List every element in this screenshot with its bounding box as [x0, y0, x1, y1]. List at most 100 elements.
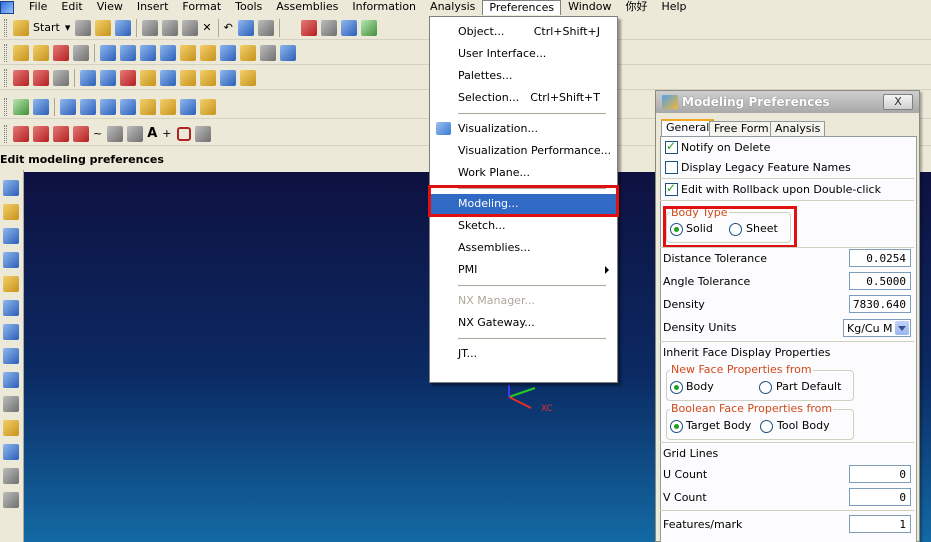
mirror-icon[interactable]: [200, 98, 216, 115]
zoom-icon[interactable]: [320, 19, 337, 36]
tool-body-radio[interactable]: [760, 420, 773, 433]
save-icon[interactable]: [115, 19, 132, 36]
block-icon[interactable]: [100, 44, 116, 61]
offset-icon[interactable]: [53, 69, 69, 86]
spline-icon[interactable]: [33, 69, 49, 86]
notify-on-delete-checkbox[interactable]: [665, 139, 678, 154]
menu-item-work-plane[interactable]: Work Plane...: [430, 163, 617, 183]
fit-view-icon[interactable]: [300, 19, 317, 36]
chamfer-icon[interactable]: [140, 98, 156, 115]
system-icon[interactable]: [3, 348, 19, 364]
thicken-icon[interactable]: [220, 69, 236, 86]
menu-analysis[interactable]: Analysis: [423, 0, 482, 15]
curve-icon[interactable]: [13, 69, 29, 86]
menu-edit[interactable]: Edit: [54, 0, 89, 15]
subtract-icon[interactable]: [80, 98, 96, 115]
features-mark-field[interactable]: 1: [849, 515, 911, 533]
menu-file[interactable]: File: [22, 0, 54, 15]
distance-tolerance-field[interactable]: 0.0254: [849, 249, 911, 267]
display-legacy-checkbox[interactable]: [665, 161, 678, 174]
new-face-body-radio[interactable]: [670, 381, 683, 394]
menu-item-pmi[interactable]: PMI: [430, 260, 617, 280]
menu-item-visualization[interactable]: Visualization...: [430, 119, 617, 139]
open-folder-icon[interactable]: [95, 19, 112, 36]
sew-icon[interactable]: [200, 69, 216, 86]
toolbar-grip[interactable]: [4, 43, 7, 62]
edge-blend-icon[interactable]: [120, 98, 136, 115]
extend-icon[interactable]: [240, 69, 256, 86]
draft-icon[interactable]: [180, 98, 196, 115]
point-set-icon[interactable]: +: [162, 127, 171, 140]
menu-nihao[interactable]: 你好: [618, 0, 654, 15]
menu-preferences[interactable]: Preferences: [482, 0, 562, 15]
revolve-icon[interactable]: [53, 44, 69, 61]
slot-icon[interactable]: [240, 44, 256, 61]
paste-icon[interactable]: [182, 19, 199, 36]
target-body-radio[interactable]: [670, 420, 683, 433]
menu-window[interactable]: Window: [561, 0, 618, 15]
history-icon[interactable]: [3, 204, 19, 220]
boss-icon[interactable]: [180, 44, 196, 61]
toolbar-grip[interactable]: [4, 97, 7, 116]
start-button[interactable]: Start: [33, 21, 60, 34]
part-default-radio[interactable]: [759, 381, 772, 394]
hexagon-icon[interactable]: [194, 125, 211, 142]
tab-general[interactable]: General: [661, 119, 715, 137]
part-navigator-icon[interactable]: [3, 228, 19, 244]
component-icon[interactable]: [33, 98, 49, 115]
pad-icon[interactable]: [220, 44, 236, 61]
menu-view[interactable]: View: [90, 0, 130, 15]
density-units-select[interactable]: Kg/Cu M: [843, 319, 911, 337]
palette-icon[interactable]: [3, 372, 19, 388]
materials-icon[interactable]: [3, 420, 19, 436]
process-icon[interactable]: [3, 444, 19, 460]
arc-icon[interactable]: [33, 125, 49, 142]
shell-icon[interactable]: [160, 98, 176, 115]
toolbar-grip[interactable]: [4, 68, 7, 87]
roles-icon[interactable]: [3, 324, 19, 340]
menu-tools[interactable]: Tools: [228, 0, 269, 15]
navigator-icon[interactable]: [3, 180, 19, 196]
polygon-icon[interactable]: [107, 125, 124, 142]
edit-rollback-checkbox[interactable]: [665, 181, 678, 196]
toolbar-grip[interactable]: [4, 124, 7, 143]
u-count-field[interactable]: 0: [849, 465, 911, 483]
undo-icon[interactable]: ↶: [224, 21, 233, 34]
cone-icon[interactable]: [140, 44, 156, 61]
menu-item-sketch[interactable]: Sketch...: [430, 216, 617, 236]
thread-icon[interactable]: [280, 44, 296, 61]
point-icon[interactable]: [73, 125, 89, 142]
through-curves-icon[interactable]: [100, 69, 116, 86]
reuse-library-icon[interactable]: [3, 276, 19, 292]
menu-item-visualization-performance[interactable]: Visualization Performance...: [430, 141, 617, 161]
line-icon[interactable]: [13, 125, 29, 142]
tab-free-form[interactable]: Free Form: [709, 121, 774, 137]
menu-item-nx-gateway[interactable]: NX Gateway...: [430, 313, 617, 333]
assembly-icon[interactable]: [13, 98, 29, 115]
v-count-field[interactable]: 0: [849, 488, 911, 506]
cut-icon[interactable]: [142, 19, 159, 36]
chevron-down-icon[interactable]: ▾: [65, 21, 71, 34]
copy-icon[interactable]: [162, 19, 179, 36]
menu-item-selection[interactable]: Selection... Ctrl+Shift+T: [430, 88, 617, 108]
wave-icon[interactable]: ~: [93, 127, 102, 140]
menu-item-jt[interactable]: JT...: [430, 344, 617, 364]
menu-help[interactable]: Help: [654, 0, 693, 15]
text-icon[interactable]: A: [147, 126, 157, 141]
groove-icon[interactable]: [260, 44, 276, 61]
assembly-navigator-icon[interactable]: [3, 252, 19, 268]
dialog-title-bar[interactable]: Modeling Preferences X: [656, 91, 919, 113]
repeat-command-icon[interactable]: [237, 19, 254, 36]
circle-icon[interactable]: [53, 125, 69, 142]
extrude-icon[interactable]: [33, 44, 49, 61]
rotate-icon[interactable]: [340, 19, 357, 36]
unite-icon[interactable]: [60, 98, 76, 115]
hole-icon[interactable]: [73, 44, 89, 61]
tab-analysis[interactable]: Analysis: [770, 121, 826, 137]
cylinder-icon[interactable]: [120, 44, 136, 61]
menu-format[interactable]: Format: [175, 0, 228, 15]
close-button[interactable]: X: [883, 94, 913, 110]
ruled-icon[interactable]: [140, 69, 156, 86]
density-field[interactable]: 7830.640: [849, 295, 911, 313]
swept-icon[interactable]: [120, 69, 136, 86]
